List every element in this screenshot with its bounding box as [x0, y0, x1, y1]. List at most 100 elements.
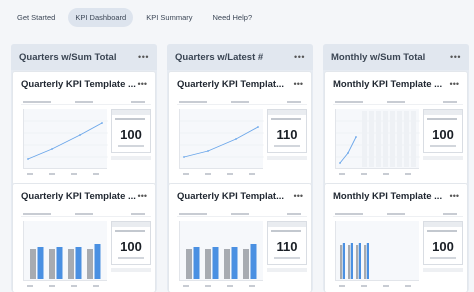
tab-kpi-dashboard[interactable]: KPI Dashboard — [68, 7, 134, 27]
report-thumbnail: 100 — [21, 211, 151, 292]
card-menu-icon[interactable]: ••• — [138, 79, 147, 89]
card-header: Monthly KPI Template ... ••• — [325, 72, 467, 96]
thumbnail-axis — [23, 283, 107, 291]
thumbnail-chart — [335, 109, 420, 169]
bar-target — [364, 245, 367, 279]
thumbnail-filter — [267, 268, 307, 272]
bar-target — [205, 249, 211, 279]
kpi-card[interactable]: Quarterly KPI Templat... ••• 110 — [169, 184, 311, 292]
tab-get-started[interactable]: Get Started — [10, 8, 62, 27]
column-menu-icon[interactable]: ••• — [294, 52, 305, 62]
card-menu-icon[interactable]: ••• — [450, 79, 459, 89]
report-thumbnail: 110 — [177, 99, 307, 181]
trend-point — [207, 150, 209, 152]
tab-kpi-summary[interactable]: KPI Summary — [139, 8, 199, 27]
bar-actual — [350, 243, 353, 279]
bar-target — [243, 249, 249, 279]
bar-actual — [212, 247, 219, 279]
card-title[interactable]: Monthly KPI Template ... — [333, 79, 449, 90]
card-menu-icon[interactable]: ••• — [294, 191, 303, 201]
thumbnail-header — [21, 211, 151, 217]
card-header: Monthly KPI Template ... ••• — [325, 184, 467, 208]
column-quarters-latest: Quarters w/Latest # ••• Quarterly KPI Te… — [167, 44, 313, 292]
thumbnail-filter — [111, 268, 151, 272]
trend-point — [257, 126, 259, 128]
bar-actual — [342, 243, 345, 279]
kpi-tile: 100 — [423, 221, 463, 265]
kpi-value: 100 — [120, 127, 142, 142]
thumbnail-axis — [23, 171, 107, 179]
thumbnail-header — [21, 99, 151, 105]
bar-target — [186, 249, 192, 279]
kpi-card[interactable]: Monthly KPI Template ... ••• 100 — [325, 184, 467, 292]
thumbnail-chart — [179, 109, 264, 169]
thumbnail-chart — [179, 221, 263, 281]
report-thumbnail: 110 — [177, 211, 307, 292]
bar-target — [340, 245, 343, 279]
kpi-card[interactable]: Quarterly KPI Template ... ••• 100 — [13, 72, 155, 184]
column-header: Quarters w/Latest # ••• — [167, 44, 313, 70]
bar-actual — [56, 247, 63, 279]
bar-target — [348, 245, 351, 279]
kpi-value: 100 — [120, 239, 142, 254]
bar-actual — [94, 244, 101, 279]
kpi-tile: 100 — [111, 221, 151, 265]
column-title: Quarters w/Sum Total — [19, 51, 117, 63]
card-title[interactable]: Quarterly KPI Template ... — [21, 191, 137, 202]
thumbnail-axis — [179, 171, 263, 179]
thumbnail-header — [177, 211, 307, 217]
bar-actual — [75, 247, 82, 279]
kpi-card[interactable]: Monthly KPI Template ... ••• 100 — [325, 72, 467, 184]
kpi-tile: 100 — [423, 109, 463, 153]
thumbnail-header — [177, 99, 307, 105]
thumbnail-filter — [267, 156, 307, 160]
column-title: Monthly w/Sum Total — [331, 51, 426, 63]
card-title[interactable]: Quarterly KPI Templat... — [177, 79, 293, 90]
card-menu-icon[interactable]: ••• — [450, 191, 459, 201]
report-thumbnail: 100 — [333, 99, 463, 181]
card-menu-icon[interactable]: ••• — [138, 191, 147, 201]
card-title[interactable]: Quarterly KPI Templat... — [177, 191, 293, 202]
top-navigation: Get Started KPI Dashboard KPI Summary Ne… — [0, 0, 474, 34]
trend-point — [339, 162, 341, 164]
column-menu-icon[interactable]: ••• — [450, 52, 461, 62]
bar-actual — [366, 243, 369, 279]
bar-target — [87, 249, 93, 279]
column-menu-icon[interactable]: ••• — [138, 52, 149, 62]
kpi-card[interactable]: Quarterly KPI Templat... ••• 110 — [169, 72, 311, 184]
report-thumbnail: 100 — [21, 99, 151, 181]
bar-target — [49, 249, 55, 279]
trend-point — [355, 136, 357, 138]
card-title[interactable]: Quarterly KPI Template ... — [21, 79, 137, 90]
column-title: Quarters w/Latest # — [175, 51, 264, 63]
kpi-card[interactable]: Quarterly KPI Template ... ••• 100 — [13, 184, 155, 292]
bar-target — [356, 245, 359, 279]
column-header: Quarters w/Sum Total ••• — [11, 44, 157, 70]
bar-actual — [37, 247, 44, 279]
thumbnail-axis — [179, 283, 263, 291]
trend-point — [101, 122, 103, 124]
bar-actual — [250, 244, 257, 279]
card-header: Quarterly KPI Templat... ••• — [169, 72, 311, 96]
kpi-tile: 100 — [111, 109, 151, 153]
thumbnail-header — [333, 211, 463, 217]
card-title[interactable]: Monthly KPI Template ... — [333, 191, 449, 202]
kpi-value: 100 — [432, 127, 454, 142]
tab-need-help[interactable]: Need Help? — [206, 8, 260, 27]
trend-point — [79, 134, 81, 136]
card-menu-icon[interactable]: ••• — [294, 79, 303, 89]
bar-target — [68, 249, 74, 279]
column-quarters-sum-total: Quarters w/Sum Total ••• Quarterly KPI T… — [11, 44, 157, 292]
thumbnail-filter — [423, 156, 463, 160]
thumbnail-axis — [335, 283, 419, 291]
bar-actual — [231, 247, 238, 279]
card-header: Quarterly KPI Template ... ••• — [13, 72, 155, 96]
thumbnail-chart — [23, 109, 108, 169]
kpi-tile: 110 — [267, 221, 307, 265]
trend-point — [27, 158, 29, 160]
bar-target — [224, 249, 230, 279]
kpi-value: 100 — [432, 239, 454, 254]
trend-line — [183, 126, 259, 158]
thumbnail-chart — [23, 221, 107, 281]
card-header: Quarterly KPI Template ... ••• — [13, 184, 155, 208]
